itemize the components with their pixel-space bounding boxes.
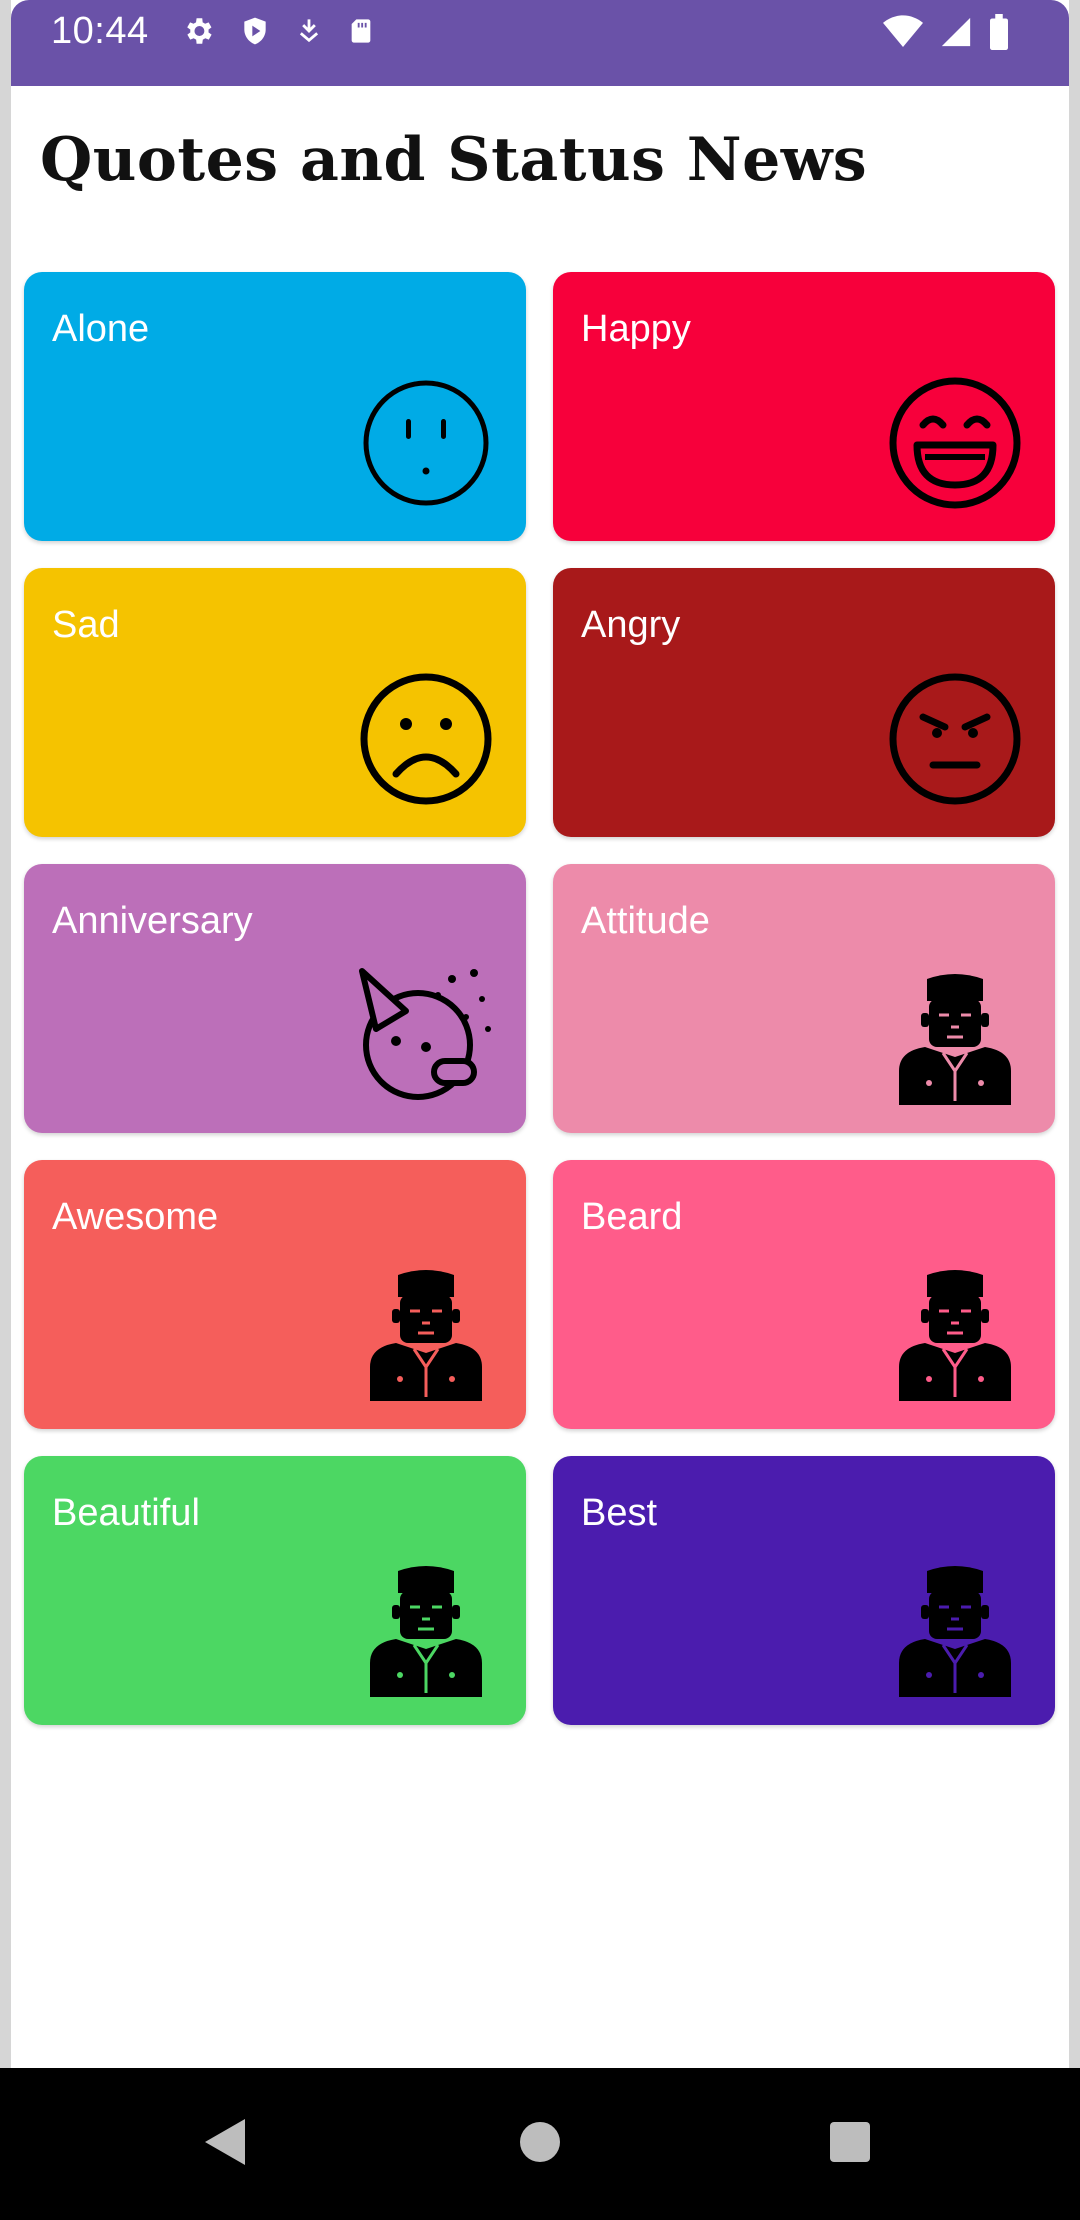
category-card-anniversary[interactable]: Anniversary bbox=[24, 864, 526, 1133]
status-time: 10:44 bbox=[51, 10, 149, 52]
app-title: Quotes and Status News bbox=[40, 125, 868, 195]
device-frame-right bbox=[1069, 0, 1080, 2130]
home-icon bbox=[518, 2120, 562, 2169]
category-label: Anniversary bbox=[52, 900, 253, 942]
category-label: Beautiful bbox=[52, 1492, 200, 1534]
sad-face-icon bbox=[356, 669, 496, 809]
neutral-face-icon bbox=[356, 373, 496, 513]
category-card-angry[interactable]: Angry bbox=[553, 568, 1055, 837]
category-label: Awesome bbox=[52, 1196, 219, 1238]
category-card-beard[interactable]: Beard bbox=[553, 1160, 1055, 1429]
category-label: Alone bbox=[52, 308, 150, 350]
status-icons-left bbox=[181, 14, 375, 48]
category-grid: Alone Happy Sad Angry Anniversary Attitude Awe… bbox=[24, 272, 1055, 1725]
signal-icon bbox=[939, 15, 973, 49]
party-face-icon bbox=[356, 965, 496, 1105]
download-icon bbox=[295, 15, 323, 47]
grinning-face-icon bbox=[885, 373, 1025, 513]
man-suit-icon bbox=[885, 1557, 1025, 1697]
category-card-happy[interactable]: Happy bbox=[553, 272, 1055, 541]
back-icon bbox=[203, 2117, 249, 2172]
man-suit-icon bbox=[356, 1557, 496, 1697]
category-card-alone[interactable]: Alone bbox=[24, 272, 526, 541]
shield-icon bbox=[239, 14, 271, 48]
recents-icon bbox=[829, 2121, 871, 2168]
category-label: Attitude bbox=[581, 900, 710, 942]
device-frame-left bbox=[0, 0, 11, 2130]
category-label: Happy bbox=[581, 308, 691, 350]
settings-icon bbox=[181, 14, 215, 48]
category-label: Sad bbox=[52, 604, 120, 646]
category-card-beautiful[interactable]: Beautiful bbox=[24, 1456, 526, 1725]
back-button[interactable] bbox=[146, 2068, 306, 2220]
category-label: Best bbox=[581, 1492, 658, 1534]
man-suit-icon bbox=[885, 1261, 1025, 1401]
recents-button[interactable] bbox=[770, 2068, 930, 2220]
sd-card-icon bbox=[347, 15, 375, 47]
battery-icon bbox=[989, 14, 1009, 50]
home-button[interactable] bbox=[460, 2068, 620, 2220]
man-suit-icon bbox=[356, 1261, 496, 1401]
category-card-attitude[interactable]: Attitude bbox=[553, 864, 1055, 1133]
status-bar: 10:44 bbox=[11, 0, 1069, 86]
category-card-best[interactable]: Best bbox=[553, 1456, 1055, 1725]
category-card-sad[interactable]: Sad bbox=[24, 568, 526, 837]
category-label: Beard bbox=[581, 1196, 683, 1238]
navigation-bar bbox=[0, 2068, 1080, 2220]
status-icons-right bbox=[883, 14, 1009, 50]
category-label: Angry bbox=[581, 604, 681, 646]
wifi-icon bbox=[883, 15, 923, 49]
category-card-awesome[interactable]: Awesome bbox=[24, 1160, 526, 1429]
angry-face-icon bbox=[885, 669, 1025, 809]
man-suit-icon bbox=[885, 965, 1025, 1105]
